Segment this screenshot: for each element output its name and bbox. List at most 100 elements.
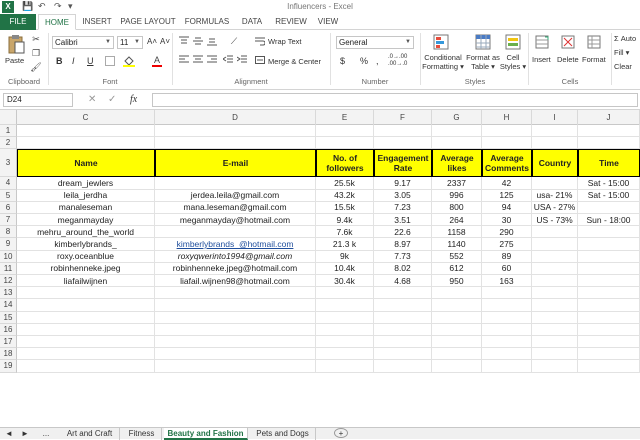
empty-cell[interactable] <box>432 299 482 312</box>
empty-cell[interactable] <box>155 137 316 150</box>
empty-cell[interactable] <box>155 336 316 349</box>
fill-color-icon[interactable] <box>122 54 136 68</box>
empty-cell[interactable] <box>482 348 532 361</box>
table-cell[interactable] <box>578 262 640 275</box>
empty-cell[interactable] <box>316 360 374 373</box>
empty-cell[interactable] <box>532 125 578 138</box>
row-header-7[interactable]: 7 <box>0 214 17 227</box>
align-center-icon[interactable] <box>192 54 204 66</box>
table-header-cell[interactable]: Name <box>17 149 155 178</box>
empty-cell[interactable] <box>316 311 374 324</box>
row-header-4[interactable]: 4 <box>0 177 17 190</box>
insert-cells-icon[interactable] <box>534 34 550 50</box>
empty-cell[interactable] <box>532 360 578 373</box>
table-cell[interactable]: liafailwijnen <box>17 275 155 288</box>
table-cell[interactable]: 1140 <box>432 238 482 251</box>
empty-cell[interactable] <box>532 336 578 349</box>
empty-cell[interactable] <box>532 137 578 150</box>
table-cell[interactable]: 22.6 <box>374 226 432 239</box>
empty-cell[interactable] <box>482 360 532 373</box>
decrease-decimal-button[interactable]: .00→.0 <box>388 61 407 67</box>
empty-cell[interactable] <box>432 348 482 361</box>
empty-cell[interactable] <box>432 287 482 300</box>
table-cell[interactable]: 30.4k <box>316 275 374 288</box>
table-header-cell[interactable]: Time <box>578 149 640 178</box>
empty-cell[interactable] <box>374 311 432 324</box>
row-header-14[interactable]: 14 <box>0 299 17 312</box>
comma-button[interactable]: , <box>376 56 379 66</box>
table-cell[interactable]: 264 <box>432 214 482 227</box>
bold-button[interactable]: B <box>56 56 63 66</box>
empty-cell[interactable] <box>316 287 374 300</box>
table-cell[interactable]: 290 <box>482 226 532 239</box>
fill-button[interactable]: Fill ▾ <box>614 48 629 57</box>
row-header-13[interactable]: 13 <box>0 287 17 300</box>
formula-input[interactable] <box>152 93 638 107</box>
orientation-icon[interactable]: ⟋ <box>226 35 242 47</box>
tab-file[interactable]: FILE <box>0 14 36 30</box>
italic-button[interactable]: I <box>72 56 75 66</box>
cell-styles-icon[interactable] <box>504 33 522 51</box>
autosum-button[interactable]: Σ Auto <box>614 34 636 43</box>
empty-cell[interactable] <box>316 125 374 138</box>
empty-cell[interactable] <box>578 323 640 336</box>
empty-cell[interactable] <box>578 287 640 300</box>
table-cell[interactable]: 8.02 <box>374 262 432 275</box>
column-header-h[interactable]: H <box>482 110 532 125</box>
sheet-tab-pets-and-dogs[interactable]: Pets and Dogs <box>250 428 316 440</box>
table-cell[interactable]: 43.2k <box>316 189 374 202</box>
insert-function-icon[interactable]: fx <box>130 94 137 105</box>
table-cell[interactable]: 94 <box>482 201 532 214</box>
table-cell[interactable]: US - 73% <box>532 214 578 227</box>
wrap-text-button[interactable]: Wrap Text <box>268 37 302 46</box>
column-header-d[interactable]: D <box>155 110 316 125</box>
column-header-f[interactable]: F <box>374 110 432 125</box>
table-cell[interactable]: 8.97 <box>374 238 432 251</box>
table-cell[interactable]: 3.51 <box>374 214 432 227</box>
empty-cell[interactable] <box>316 348 374 361</box>
decrease-font-button[interactable]: A˅ <box>160 37 170 46</box>
table-cell[interactable] <box>532 262 578 275</box>
delete-cells-button[interactable]: Delete <box>557 55 579 64</box>
empty-cell[interactable] <box>17 348 155 361</box>
empty-cell[interactable] <box>482 125 532 138</box>
table-cell[interactable]: 125 <box>482 189 532 202</box>
table-cell[interactable]: 15.5k <box>316 201 374 214</box>
column-header-j[interactable]: J <box>578 110 640 125</box>
empty-cell[interactable] <box>578 360 640 373</box>
table-cell[interactable]: Sat - 15:00 <box>578 177 640 190</box>
table-cell[interactable]: jerdea.leila@gmail.com <box>155 189 316 202</box>
row-header-18[interactable]: 18 <box>0 348 17 361</box>
row-header-2[interactable]: 2 <box>0 137 17 150</box>
table-cell[interactable] <box>532 275 578 288</box>
table-header-cell[interactable]: No. of followers <box>316 149 374 178</box>
empty-cell[interactable] <box>374 125 432 138</box>
table-header-cell[interactable]: Engagement Rate <box>374 149 432 178</box>
table-cell[interactable]: 7.73 <box>374 250 432 263</box>
empty-cell[interactable] <box>17 125 155 138</box>
empty-cell[interactable] <box>316 299 374 312</box>
row-header-8[interactable]: 8 <box>0 226 17 239</box>
table-cell[interactable]: leila_jerdha <box>17 189 155 202</box>
format-cells-button[interactable]: Format <box>582 55 606 64</box>
row-header-19[interactable]: 19 <box>0 360 17 373</box>
empty-cell[interactable] <box>17 137 155 150</box>
paste-icon[interactable] <box>6 33 26 55</box>
empty-cell[interactable] <box>432 360 482 373</box>
table-cell[interactable]: 9.17 <box>374 177 432 190</box>
table-header-cell[interactable]: Country <box>532 149 578 178</box>
table-cell[interactable]: 60 <box>482 262 532 275</box>
align-left-icon[interactable] <box>178 54 190 66</box>
table-cell[interactable] <box>532 177 578 190</box>
select-all-corner[interactable] <box>0 110 17 125</box>
table-cell[interactable]: usa- 21% <box>532 189 578 202</box>
empty-cell[interactable] <box>155 348 316 361</box>
column-header-c[interactable]: C <box>17 110 155 125</box>
increase-indent-icon[interactable] <box>236 54 248 66</box>
table-cell[interactable]: 30 <box>482 214 532 227</box>
empty-cell[interactable] <box>374 360 432 373</box>
table-cell[interactable] <box>155 177 316 190</box>
empty-cell[interactable] <box>432 137 482 150</box>
table-cell[interactable]: kimberlybrands_ <box>17 238 155 251</box>
table-cell[interactable]: mehru_around_the_world <box>17 226 155 239</box>
